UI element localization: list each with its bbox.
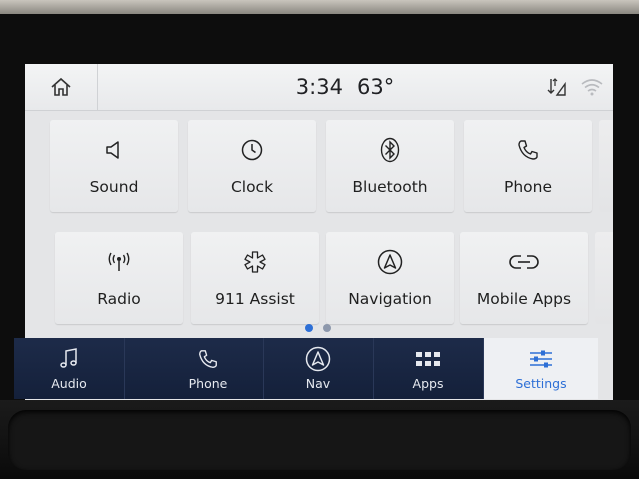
home-button[interactable] — [25, 64, 98, 110]
tile-phone[interactable]: Phone — [464, 120, 592, 212]
data-transfer-icon — [547, 78, 566, 96]
nav-label: Phone — [188, 376, 228, 391]
home-icon — [51, 77, 71, 96]
navigation-icon — [305, 346, 331, 372]
next-page-tile-edge — [599, 120, 613, 212]
tile-label: Sound — [89, 178, 139, 196]
wifi-icon — [581, 79, 603, 96]
bezel-top-edge — [0, 0, 639, 14]
status-bar: 3:34 63° — [25, 64, 613, 111]
phone-icon — [199, 350, 217, 368]
mobile-apps-icon — [509, 255, 539, 269]
bottom-nav-bar: Audio Phone Nav Apps Settings — [14, 338, 598, 399]
tile-label: Mobile Apps — [476, 290, 572, 308]
nav-label: Nav — [305, 376, 331, 391]
settings-grid: Sound Clock Bluetooth Phone Radio 911 As… — [25, 114, 613, 324]
tile-label: Phone — [503, 178, 552, 196]
nav-label: Settings — [515, 376, 567, 391]
nav-label: Apps — [412, 376, 444, 391]
apps-grid-icon — [416, 352, 440, 366]
tile-911-assist[interactable]: 911 Assist — [191, 232, 319, 324]
nav-settings[interactable]: Settings — [484, 338, 598, 399]
tile-radio[interactable]: Radio — [55, 232, 183, 324]
status-indicators — [545, 76, 603, 98]
bluetooth-icon — [380, 137, 400, 163]
tile-bluetooth[interactable]: Bluetooth — [326, 120, 454, 212]
clock-time: 3:34 — [295, 75, 343, 99]
bezel-lip — [8, 410, 631, 470]
tile-label: 911 Assist — [215, 290, 295, 308]
radio-icon — [108, 252, 130, 271]
tile-label: Radio — [97, 290, 141, 308]
tile-clock[interactable]: Clock — [188, 120, 316, 212]
tile-sound[interactable]: Sound — [50, 120, 178, 212]
outside-temperature: 63° — [356, 75, 395, 99]
tile-mobile-apps[interactable]: Mobile Apps — [460, 232, 588, 324]
911-assist-icon — [244, 251, 266, 273]
music-note-icon — [60, 348, 77, 368]
nav-audio[interactable]: Audio — [14, 338, 125, 399]
navigation-icon — [377, 249, 403, 275]
page-dot[interactable] — [323, 324, 331, 332]
settings-sliders-icon — [530, 350, 552, 368]
speaker-icon — [106, 141, 119, 159]
next-page-tile-edge — [595, 232, 613, 324]
nav-apps[interactable]: Apps — [373, 338, 484, 399]
tile-label: Navigation — [348, 290, 432, 308]
nav-nav[interactable]: Nav — [263, 338, 374, 399]
tile-label: Bluetooth — [352, 178, 428, 196]
page-indicator — [305, 324, 331, 332]
nav-label: Audio — [51, 376, 87, 391]
tile-label: Clock — [230, 178, 274, 196]
phone-icon — [518, 140, 538, 160]
clock-icon — [241, 139, 263, 161]
tile-navigation[interactable]: Navigation — [326, 232, 454, 324]
status-center: 3:34 63° — [280, 72, 410, 102]
nav-phone[interactable]: Phone — [153, 338, 264, 399]
page-dot-active[interactable] — [305, 324, 313, 332]
